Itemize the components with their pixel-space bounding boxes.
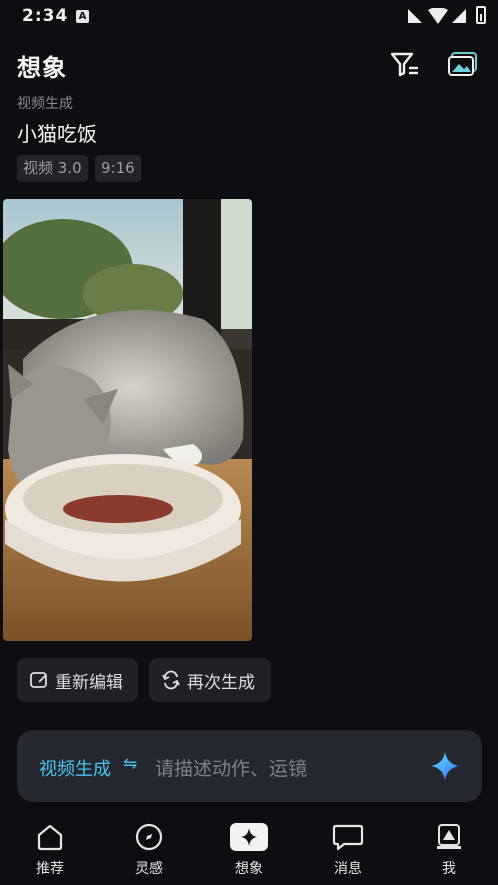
avatar-icon (437, 824, 461, 849)
nav-label-inspiration: 灵感 (135, 861, 163, 877)
regenerate-button[interactable]: 再次生成 (149, 658, 271, 702)
ratio-tag: 9:16 (95, 155, 141, 182)
nav-item-inspiration[interactable]: 灵感 (109, 812, 189, 878)
nav-item-recommend[interactable]: 推荐 (10, 812, 90, 878)
nav-item-imagine[interactable]: 想象 (209, 812, 289, 878)
home-icon (37, 824, 63, 851)
prompt-input[interactable]: 请描述动作、运镜 (155, 754, 307, 781)
source-label: 视频生成 (17, 96, 73, 112)
gallery-icon[interactable] (448, 51, 478, 77)
cellular-icon (452, 9, 466, 23)
message-icon (332, 824, 364, 851)
re-edit-label: 重新编辑 (55, 672, 123, 693)
prompt-text: 小猫吃饭 (17, 122, 97, 146)
refresh-icon (162, 670, 180, 690)
page-title: 想象 (17, 54, 67, 82)
compass-icon (135, 823, 163, 851)
mode-switch-icon[interactable]: ⇋ (123, 754, 137, 774)
nav-item-me[interactable]: 我 (409, 812, 489, 878)
prompt-input-bar[interactable]: 视频生成 ⇋ 请描述动作、运镜 (17, 730, 482, 802)
re-edit-button[interactable]: 重新编辑 (17, 658, 138, 702)
model-tag: 视频 3.0 (17, 155, 88, 182)
notification-icon: A (76, 10, 89, 23)
status-time: 2:34 (22, 6, 69, 26)
wifi-icon (428, 8, 448, 24)
signal-icon (408, 9, 422, 23)
status-bar: 2:34 A (0, 0, 498, 34)
battery-icon (476, 6, 486, 24)
filter-icon[interactable] (390, 51, 420, 77)
nav-item-messages[interactable]: 消息 (308, 812, 388, 878)
mode-selector[interactable]: 视频生成 (39, 755, 111, 781)
regenerate-label: 再次生成 (187, 672, 255, 693)
generated-video-thumbnail[interactable] (3, 199, 252, 641)
bottom-nav: 推荐 灵感 想象 消息 我 (0, 812, 498, 885)
nav-label-messages: 消息 (334, 861, 362, 877)
edit-icon (30, 672, 47, 688)
sparkle-icon (230, 823, 268, 851)
nav-label-imagine: 想象 (235, 861, 263, 877)
nav-label-me: 我 (442, 861, 456, 877)
sparkle-send-icon[interactable] (429, 750, 461, 782)
nav-label-recommend: 推荐 (36, 861, 64, 877)
